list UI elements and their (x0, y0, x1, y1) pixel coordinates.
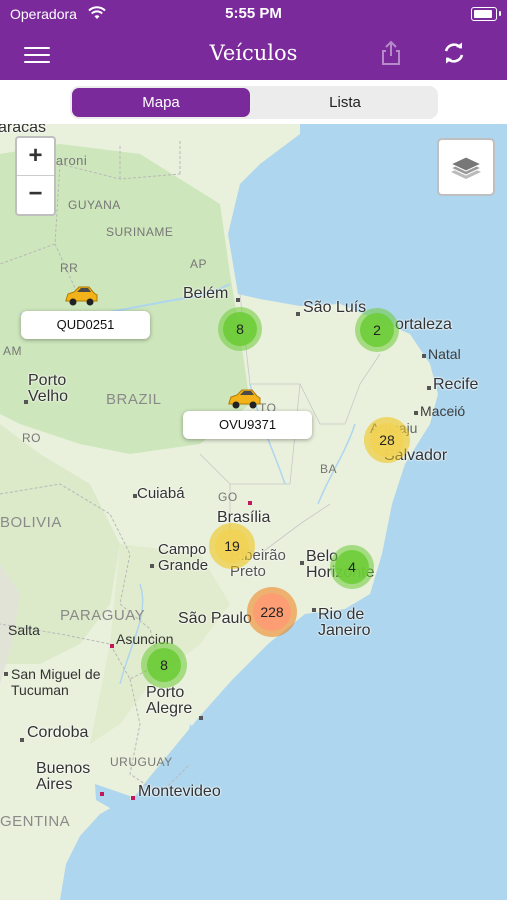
zoom-control: + − (15, 136, 56, 216)
vehicle-cluster[interactable]: 8 (218, 307, 262, 351)
vehicle-cluster[interactable]: 19 (209, 523, 255, 569)
capital-dot (131, 796, 135, 800)
cluster-count: 8 (223, 312, 257, 346)
cluster-count: 8 (147, 648, 181, 682)
tab-lista[interactable]: Lista (254, 88, 436, 117)
capital-dot (248, 501, 252, 505)
city-dot (414, 411, 418, 415)
city-dot (150, 564, 154, 568)
cluster-count: 228 (253, 593, 291, 631)
map-label-ba: BA (320, 462, 338, 476)
segmented-control: Mapa Lista (70, 86, 438, 119)
city-dot (296, 312, 300, 316)
city-dot (300, 561, 304, 565)
map-label-tucuman: San Miguel de Tucuman (11, 666, 101, 698)
map-label-recife: Recife (433, 376, 479, 393)
map-label-rr: RR (60, 261, 79, 275)
map-label-fortaleza: ortaleza (395, 316, 452, 333)
map-label-ro: RO (22, 431, 41, 445)
vehicle-cluster[interactable]: 8 (141, 642, 187, 688)
map-label-ap: AP (190, 257, 208, 271)
map-label-argentina: GENTINA (0, 813, 71, 830)
status-bar: Operadora 5:55 PM (0, 0, 507, 28)
map-view[interactable]: aracas Caroni GUYANA SURINAME RR AP AM B… (0, 124, 507, 900)
map-label-sao-paulo: São Paulo (178, 610, 252, 627)
cluster-count: 28 (370, 423, 404, 457)
cluster-count: 4 (335, 550, 369, 584)
map-label-paraguay: PARAGUAY (60, 607, 146, 624)
city-dot (24, 400, 28, 404)
cluster-count: 2 (360, 313, 394, 347)
map-label-porto-alegre: Porto Alegre (146, 684, 193, 717)
city-dot (20, 738, 24, 742)
map-label-suriname: SURINAME (106, 225, 174, 239)
city-dot (133, 494, 137, 498)
map-label-bolivia: BOLIVIA (0, 514, 62, 531)
vehicle-cluster[interactable]: 2 (355, 308, 399, 352)
tab-mapa[interactable]: Mapa (72, 88, 250, 117)
vehicle-cluster[interactable]: 228 (247, 587, 297, 637)
map-label-porto-velho: Porto Velho (28, 372, 69, 405)
zoom-in-button[interactable]: + (17, 138, 54, 176)
city-dot (236, 298, 240, 302)
city-dot (312, 608, 316, 612)
map-label-cordoba: Cordoba (27, 724, 89, 741)
map-label-buenos-aires: Buenos Aires (36, 760, 91, 793)
navigation-bar: Veículos (0, 28, 507, 80)
city-dot (427, 386, 431, 390)
view-switcher-bar: Mapa Lista (0, 80, 507, 124)
map-label-montevideo: Montevideo (138, 783, 221, 800)
map-label-caracas: aracas (0, 124, 47, 136)
capital-dot (100, 792, 104, 796)
share-icon[interactable] (378, 40, 404, 71)
map-label-sao-luis: São Luís (303, 299, 367, 316)
map-label-natal: Natal (428, 346, 461, 362)
layers-icon (449, 156, 483, 179)
map-label-maceio: Maceió (420, 403, 466, 419)
vehicle-plate-label[interactable]: QUD0251 (21, 311, 150, 339)
yellow-car-icon[interactable] (226, 386, 262, 412)
vehicle-cluster[interactable]: 4 (330, 545, 374, 589)
map-label-go: GO (218, 490, 238, 504)
map-label-rio-de-janeiro: Rio de Janeiro (318, 606, 371, 639)
clock: 5:55 PM (225, 5, 282, 22)
map-label-campo-grande: Campo Grande (158, 541, 209, 574)
cluster-count: 19 (215, 529, 249, 563)
zoom-out-button[interactable]: − (17, 176, 54, 213)
battery-icon (471, 7, 501, 21)
map-label-salta: Salta (8, 622, 40, 638)
vehicle-plate-label[interactable]: OVU9371 (183, 411, 312, 439)
map-label-am: AM (3, 344, 22, 358)
layers-button[interactable] (437, 138, 495, 196)
map-label-brazil: BRAZIL (106, 391, 162, 408)
refresh-icon[interactable] (441, 40, 467, 71)
map-label-cuiaba: Cuiabá (137, 485, 185, 502)
city-dot (4, 672, 8, 676)
map-label-belem: Belém (183, 285, 229, 302)
city-dot (199, 716, 203, 720)
city-dot (422, 354, 426, 358)
map-label-uruguay: URUGUAY (110, 755, 173, 769)
vehicle-cluster[interactable]: 28 (364, 417, 410, 463)
map-label-guyana: GUYANA (68, 198, 121, 212)
yellow-car-icon[interactable] (63, 283, 99, 309)
capital-dot (110, 644, 114, 648)
page-title: Veículos (209, 41, 298, 65)
